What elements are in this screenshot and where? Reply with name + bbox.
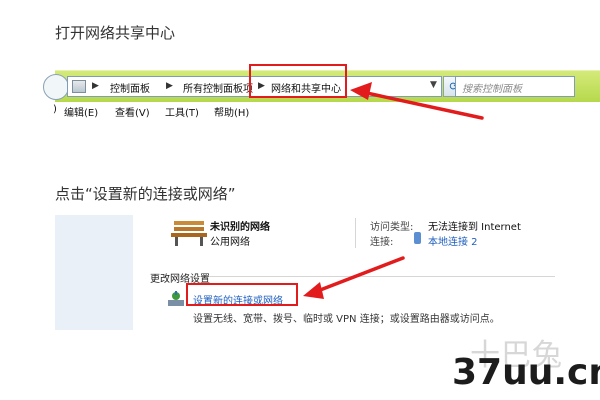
watermark-logo: 37uu.cn — [452, 352, 600, 393]
arrow-head-icon — [303, 282, 324, 299]
arrow-head-icon — [350, 82, 372, 100]
